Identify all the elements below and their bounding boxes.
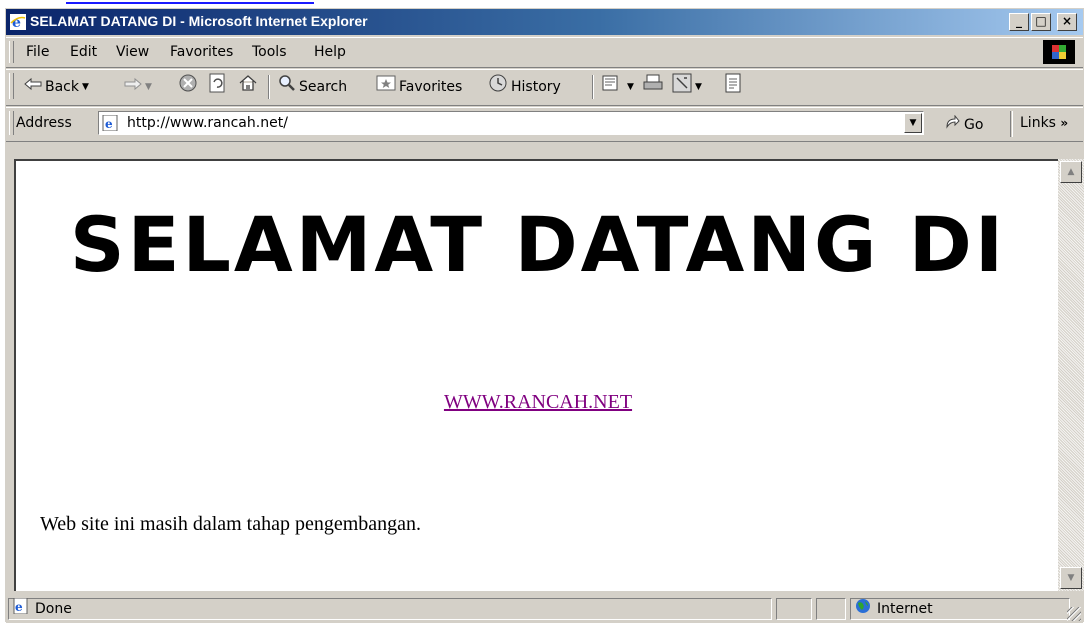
browser-window: e SELAMAT DATANG DI - Microsoft Internet…: [5, 8, 1084, 623]
home-icon: [238, 73, 258, 101]
status-zone-panel: Internet: [850, 598, 1070, 620]
mail-icon: [602, 73, 624, 101]
search-label: Search: [299, 79, 348, 95]
address-input[interactable]: e http://www.rancah.net/ ▼: [98, 111, 924, 135]
status-bar: e Done Internet: [6, 595, 1083, 623]
search-button[interactable]: Search: [278, 75, 347, 99]
menu-edit[interactable]: Edit: [70, 44, 97, 60]
page-icon: e: [13, 597, 29, 620]
links-button[interactable]: Links »: [1020, 115, 1068, 131]
minimize-icon: _: [1016, 14, 1022, 28]
windows-logo-icon: [1043, 40, 1075, 64]
address-bar-grip[interactable]: [9, 111, 14, 135]
back-button[interactable]: Back ▼: [24, 75, 89, 99]
back-label: Back: [45, 79, 79, 95]
favorites-label: Favorites: [399, 79, 463, 95]
print-button[interactable]: [642, 73, 664, 101]
toolbar-grip[interactable]: [9, 73, 14, 99]
window-title: SELAMAT DATANG DI - Microsoft Internet E…: [30, 13, 368, 29]
menu-view[interactable]: View: [116, 44, 149, 60]
chevron-down-icon: ▼: [695, 82, 702, 92]
address-url: http://www.rancah.net/: [127, 115, 288, 131]
go-label: Go: [964, 117, 984, 133]
stop-icon: [178, 73, 198, 101]
globe-icon: [855, 598, 871, 620]
refresh-button[interactable]: [208, 73, 226, 101]
chevron-down-icon: ▼: [627, 82, 634, 92]
edit-icon: [672, 73, 692, 101]
favorites-icon: [376, 74, 396, 100]
menu-help[interactable]: Help: [314, 44, 346, 60]
title-bar[interactable]: e SELAMAT DATANG DI - Microsoft Internet…: [6, 9, 1083, 35]
page-body-text: Web site ini masih dalam tahap pengemban…: [40, 513, 422, 535]
stop-button[interactable]: [178, 73, 198, 101]
back-arrow-icon: [24, 75, 42, 99]
scroll-up-icon: ▲: [1067, 167, 1075, 177]
edit-button[interactable]: ▼: [672, 73, 702, 101]
address-label: Address: [16, 115, 72, 131]
svg-text:e: e: [105, 117, 113, 131]
toolbar-separator: [268, 75, 270, 99]
page-heading: SELAMAT DATANG DI: [69, 200, 1007, 289]
search-icon: [278, 74, 296, 100]
security-zone-text: Internet: [877, 601, 933, 617]
discuss-icon: [724, 73, 742, 101]
ie-logo-icon: e: [10, 14, 26, 31]
go-arrow-icon: [944, 114, 960, 135]
history-button[interactable]: History: [488, 73, 561, 101]
status-security-panel: [816, 598, 846, 620]
menu-bar-grip[interactable]: [9, 41, 14, 63]
mail-button[interactable]: ▼: [602, 75, 634, 99]
forward-button[interactable]: ▼: [124, 75, 152, 99]
history-label: History: [511, 79, 561, 95]
forward-arrow-icon: [124, 75, 142, 99]
toolbar-separator: [592, 75, 594, 99]
status-progress-panel: [776, 598, 812, 620]
chevron-right-icon: »: [1060, 116, 1069, 130]
menu-bar: File Edit View Favorites Tools Help: [6, 37, 1083, 68]
print-icon: [642, 73, 664, 101]
refresh-icon: [208, 73, 226, 101]
partial-link-above-window[interactable]: [66, 0, 316, 8]
go-button[interactable]: Go: [944, 114, 984, 135]
scroll-up-button[interactable]: ▲: [1060, 161, 1082, 183]
links-grip[interactable]: [1010, 111, 1013, 137]
menu-tools[interactable]: Tools: [252, 44, 287, 60]
vertical-scrollbar[interactable]: ▲ ▼: [1058, 159, 1084, 591]
status-text: Done: [35, 601, 72, 617]
address-bar: Address e http://www.rancah.net/ ▼ Go Li…: [6, 107, 1083, 142]
scroll-down-icon: ▼: [1067, 573, 1075, 583]
close-icon: ×: [1061, 14, 1073, 28]
scroll-down-button[interactable]: ▼: [1060, 567, 1082, 589]
minimize-button[interactable]: _: [1009, 13, 1029, 31]
svg-text:e: e: [15, 600, 23, 614]
maximize-icon: □: [1035, 14, 1047, 28]
page-content: SELAMAT DATANG DI WWW.RANCAH.NET Web sit…: [14, 159, 1058, 591]
resize-grip[interactable]: [1067, 607, 1081, 621]
standard-toolbar: Back ▼ ▼ Search Favorites History ▼ ▼: [6, 69, 1083, 106]
links-label: Links: [1020, 115, 1056, 131]
home-button[interactable]: [238, 75, 258, 99]
site-link[interactable]: WWW.RANCAH.NET: [16, 391, 1060, 414]
close-button[interactable]: ×: [1057, 13, 1077, 31]
history-icon: [488, 73, 508, 101]
menu-favorites[interactable]: Favorites: [170, 44, 233, 60]
page-icon: e: [102, 114, 120, 135]
status-text-panel: e Done: [8, 597, 772, 620]
favorites-button[interactable]: Favorites: [376, 75, 462, 99]
maximize-button[interactable]: □: [1031, 13, 1051, 31]
address-dropdown-button[interactable]: ▼: [904, 113, 922, 133]
discuss-button[interactable]: [724, 73, 742, 101]
chevron-down-icon: ▼: [145, 82, 152, 92]
chevron-down-icon: ▼: [82, 82, 89, 92]
menu-file[interactable]: File: [26, 44, 49, 60]
